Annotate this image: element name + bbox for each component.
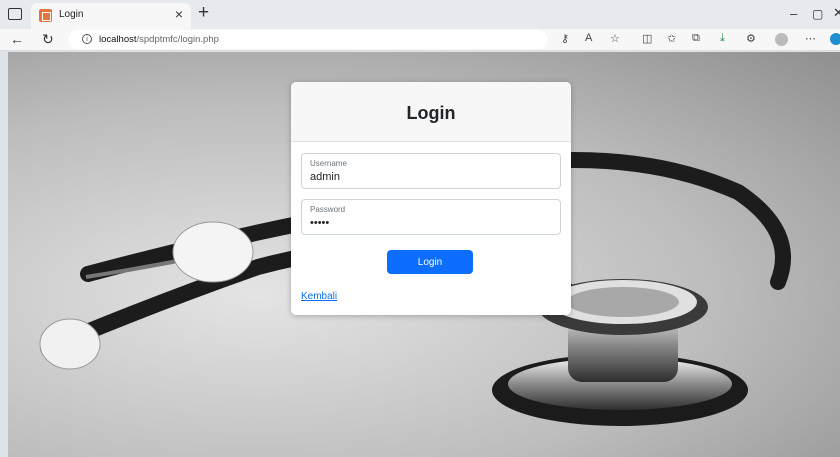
username-label: Username [310, 159, 347, 168]
url-path: /spdptmfc/login.php [136, 34, 219, 45]
password-value[interactable]: ••••• [310, 217, 329, 229]
browser-tab[interactable]: Login × [31, 3, 191, 29]
favicon-icon [39, 9, 52, 22]
refresh-icon[interactable]: ↻ [42, 31, 54, 47]
password-label: Password [310, 205, 346, 214]
login-title: Login [406, 103, 456, 123]
back-icon[interactable]: ← [10, 31, 24, 47]
username-field[interactable]: Username admin [301, 153, 561, 189]
browser-toolbar: ← ↻ i localhost/spdptmfc/login.php ⚷ A ☆… [0, 29, 840, 51]
page-background: Login Username admin Password ••••• Logi… [8, 52, 840, 457]
read-aloud-icon[interactable]: A [585, 32, 592, 44]
copilot-icon[interactable] [830, 33, 840, 45]
url-host: localhost [99, 34, 137, 45]
password-field[interactable]: Password ••••• [301, 199, 561, 235]
username-value[interactable]: admin [310, 171, 340, 183]
tab-strip: Login × + – ▢ ✕ [0, 0, 840, 29]
extensions-icon[interactable]: ⚙ [746, 32, 756, 45]
favorites-icon[interactable]: ✩ [667, 32, 676, 45]
tab-close-button[interactable]: × [175, 6, 183, 22]
maximize-button[interactable]: ▢ [812, 7, 823, 21]
more-menu-icon[interactable]: ⋯ [805, 32, 816, 45]
split-screen-icon[interactable]: ◫ [642, 32, 652, 45]
new-tab-button[interactable]: + [198, 2, 209, 24]
avatar[interactable] [775, 33, 788, 46]
address-bar[interactable]: i localhost/spdptmfc/login.php [68, 30, 548, 49]
login-card: Login Username admin Password ••••• Logi… [291, 82, 571, 315]
login-button[interactable]: Login [387, 250, 473, 274]
back-link[interactable]: Kembali [301, 291, 337, 302]
tab-actions-icon[interactable] [8, 8, 22, 20]
download-icon[interactable]: ⤓ [720, 32, 725, 45]
url-text: localhost/spdptmfc/login.php [99, 34, 219, 45]
login-card-header: Login [291, 82, 571, 142]
minimize-button[interactable]: – [790, 6, 797, 21]
info-icon[interactable]: i [82, 34, 92, 44]
collections-icon[interactable]: ⧉ [692, 32, 700, 45]
key-icon[interactable]: ⚷ [561, 32, 569, 45]
close-window-button[interactable]: ✕ [833, 5, 840, 21]
tab-title: Login [59, 9, 84, 20]
favorite-star-icon[interactable]: ☆ [610, 32, 620, 45]
